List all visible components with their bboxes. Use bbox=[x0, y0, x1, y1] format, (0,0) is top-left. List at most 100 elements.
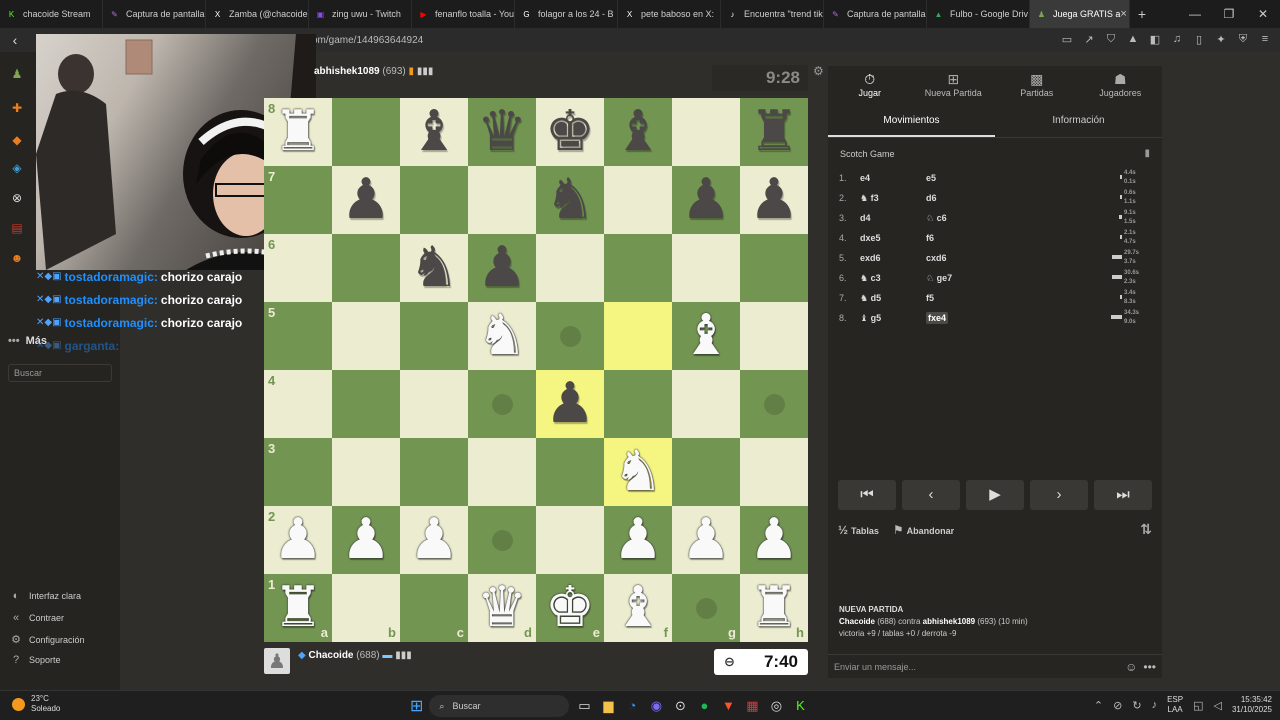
square-g3[interactable] bbox=[672, 438, 740, 506]
square-f4[interactable] bbox=[604, 370, 672, 438]
square-e8[interactable]: ♚ bbox=[536, 98, 604, 166]
square-a8[interactable]: 8 ♜ bbox=[264, 98, 332, 166]
play-button[interactable]: ▶ bbox=[966, 480, 1024, 510]
square-b6[interactable] bbox=[332, 234, 400, 302]
tab-jugar[interactable]: ⏱ Jugar bbox=[828, 66, 912, 106]
square-d2[interactable] bbox=[468, 506, 536, 574]
white-move[interactable]: e4 bbox=[860, 173, 926, 183]
menu-icon[interactable]: ≡ bbox=[1258, 33, 1272, 46]
kick-app-icon[interactable]: K bbox=[791, 697, 809, 715]
black-king-icon[interactable]: ♚ bbox=[545, 98, 595, 166]
browser-tab[interactable]: Gfolagor a los 24 - B bbox=[515, 0, 618, 28]
black-move[interactable]: e5 bbox=[926, 173, 1076, 183]
taskbar-search[interactable]: ⌕ Buscar bbox=[429, 695, 570, 717]
minimize-icon[interactable]: — bbox=[1178, 7, 1212, 21]
square-g5[interactable]: ♝ bbox=[672, 302, 740, 370]
square-c2[interactable]: ♟ bbox=[400, 506, 468, 574]
square-c8[interactable]: ♝ bbox=[400, 98, 468, 166]
black-move[interactable]: fxe4 bbox=[926, 312, 1076, 324]
opening-name[interactable]: Scotch Game bbox=[840, 149, 895, 159]
square-e6[interactable] bbox=[536, 234, 604, 302]
square-g6[interactable] bbox=[672, 234, 740, 302]
white-queen-icon[interactable]: ♛ bbox=[477, 574, 527, 642]
last-move-button[interactable]: ⏭ bbox=[1094, 480, 1152, 510]
discord-icon[interactable]: ◉ bbox=[647, 697, 665, 715]
sidebar-toggle-icon[interactable]: ▯ bbox=[1192, 33, 1206, 46]
tab-partidas[interactable]: ▩ Partidas bbox=[995, 66, 1079, 106]
square-f7[interactable] bbox=[604, 166, 672, 234]
first-move-button[interactable]: ⏮ bbox=[838, 480, 896, 510]
square-a6[interactable]: 6 bbox=[264, 234, 332, 302]
screen-icon[interactable]: ▭ bbox=[1060, 33, 1074, 46]
rewards-icon[interactable]: ▲ bbox=[1126, 33, 1140, 46]
recorder-icon[interactable]: ▦ bbox=[743, 697, 761, 715]
move-hint-dot[interactable] bbox=[763, 393, 785, 415]
white-rook-icon[interactable]: ♜ bbox=[749, 574, 799, 642]
browser-tab[interactable]: ▣ zing uwu - Twitch bbox=[309, 0, 412, 28]
task-view-icon[interactable]: ▭ bbox=[575, 697, 593, 715]
square-h2[interactable]: ♟ bbox=[740, 506, 808, 574]
white-move[interactable]: dxe5 bbox=[860, 233, 926, 243]
white-move[interactable]: ♞ c3 bbox=[860, 273, 926, 284]
black-rook-icon[interactable]: ♜ bbox=[749, 98, 799, 166]
square-c1[interactable]: c bbox=[400, 574, 468, 642]
white-pawn-icon[interactable]: ♟ bbox=[749, 506, 799, 574]
back-arrow-icon[interactable]: ‹ bbox=[0, 32, 30, 48]
avatar[interactable]: ♟ bbox=[264, 648, 290, 674]
white-move[interactable]: exd6 bbox=[860, 253, 926, 263]
browser-tab[interactable]: ♟ Juega GRATIS a × bbox=[1030, 0, 1130, 28]
support-link[interactable]: ? Soporte bbox=[10, 654, 61, 666]
windows-start-icon[interactable]: ⊞ bbox=[410, 696, 423, 716]
url-text[interactable]: om/game/144963644924 bbox=[312, 35, 423, 46]
draw-button[interactable]: ½ Tablas bbox=[838, 523, 879, 537]
black-bishop-icon[interactable]: ♝ bbox=[613, 98, 663, 166]
browser-tab[interactable]: ♪ Encuentra "trend tik bbox=[721, 0, 824, 28]
extensions-icon[interactable]: ✦ bbox=[1214, 33, 1228, 46]
square-f1[interactable]: f ♝ bbox=[604, 574, 672, 642]
square-b8[interactable] bbox=[332, 98, 400, 166]
square-d4[interactable] bbox=[468, 370, 536, 438]
move-hint-dot[interactable] bbox=[491, 393, 513, 415]
new-tab-button[interactable]: + bbox=[1130, 6, 1154, 22]
square-e2[interactable] bbox=[536, 506, 604, 574]
resign-button[interactable]: ⚑ Abandonar bbox=[893, 523, 954, 537]
square-b4[interactable] bbox=[332, 370, 400, 438]
black-pawn-icon[interactable]: ♟ bbox=[341, 166, 391, 234]
volume-icon[interactable]: ◁ bbox=[1213, 699, 1221, 712]
square-g8[interactable] bbox=[672, 98, 740, 166]
black-pawn-icon[interactable]: ♟ bbox=[545, 370, 595, 438]
square-f6[interactable] bbox=[604, 234, 672, 302]
square-a4[interactable]: 4 bbox=[264, 370, 332, 438]
browser-tab[interactable]: ▶ fenanflo toalla - You bbox=[412, 0, 515, 28]
browser-tab[interactable]: ▲ Fulbo - Google Driv bbox=[927, 0, 1030, 28]
square-e1[interactable]: e ♚ bbox=[536, 574, 604, 642]
square-d7[interactable] bbox=[468, 166, 536, 234]
news-icon[interactable]: ▤ bbox=[9, 220, 25, 236]
black-bishop-icon[interactable]: ♝ bbox=[409, 98, 459, 166]
spotify-icon[interactable]: ● bbox=[695, 697, 713, 715]
vpn-icon[interactable]: ⛨ bbox=[1236, 33, 1250, 46]
square-b1[interactable]: b bbox=[332, 574, 400, 642]
square-f2[interactable]: ♟ bbox=[604, 506, 672, 574]
board-settings-gear-icon[interactable]: ⚙ bbox=[813, 64, 824, 78]
learn-icon[interactable]: ◆ bbox=[9, 132, 25, 148]
social-icon[interactable]: ☻ bbox=[9, 250, 25, 266]
square-b7[interactable]: ♟ bbox=[332, 166, 400, 234]
white-move[interactable]: ♞ d5 bbox=[860, 293, 926, 304]
square-a2[interactable]: 2 ♟ bbox=[264, 506, 332, 574]
white-pawn-icon[interactable]: ♟ bbox=[341, 506, 391, 574]
obs-icon[interactable]: ◎ bbox=[767, 697, 785, 715]
square-c4[interactable] bbox=[400, 370, 468, 438]
white-rook-icon[interactable]: ♜ bbox=[273, 98, 323, 166]
black-queen-icon[interactable]: ♛ bbox=[477, 98, 527, 166]
share-icon[interactable]: ↗ bbox=[1082, 33, 1096, 46]
chat-message-input[interactable]: Enviar un mensaje... ☺ ••• bbox=[828, 654, 1162, 678]
square-h3[interactable] bbox=[740, 438, 808, 506]
white-pawn-icon[interactable]: ♟ bbox=[273, 506, 323, 574]
binoculars-icon[interactable]: ⊗ bbox=[9, 190, 25, 206]
tab-info[interactable]: Información bbox=[995, 106, 1162, 137]
square-c3[interactable] bbox=[400, 438, 468, 506]
brave-shield-icon[interactable]: ⛉ bbox=[1104, 33, 1118, 46]
black-knight-icon[interactable]: ♞ bbox=[545, 166, 595, 234]
brave-icon[interactable]: ▼ bbox=[719, 697, 737, 715]
